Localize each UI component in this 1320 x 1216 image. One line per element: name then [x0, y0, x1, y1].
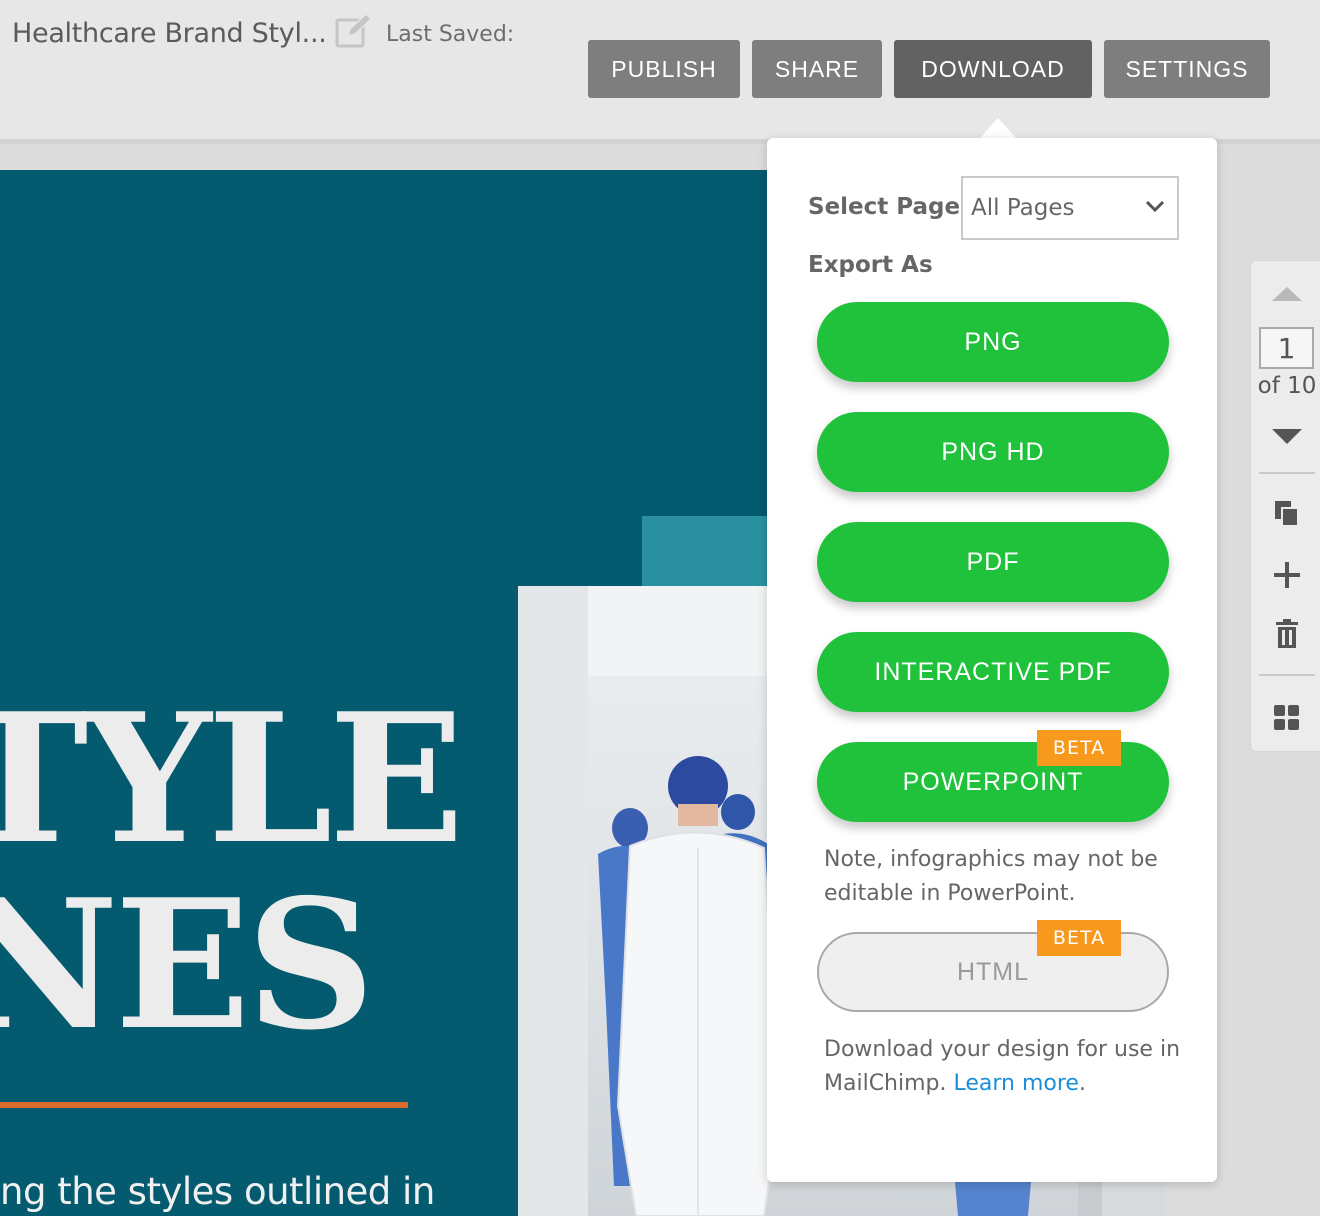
- download-button[interactable]: DOWNLOAD: [894, 40, 1092, 98]
- download-dropdown: Select Pages All Pages Export As PNG PNG…: [767, 138, 1217, 1182]
- html-beta-badge: BETA: [1037, 920, 1121, 956]
- page-toolbar: 1 of 10: [1250, 260, 1320, 752]
- cover-heading-line-2: NES: [0, 860, 375, 1069]
- export-interactive-pdf-button[interactable]: INTERACTIVE PDF: [817, 632, 1169, 712]
- orange-divider: [0, 1102, 408, 1108]
- export-pdf-button[interactable]: PDF: [817, 522, 1169, 602]
- powerpoint-beta-badge: BETA: [1037, 730, 1121, 766]
- chevron-down-icon: [1145, 200, 1165, 213]
- top-header: Healthcare Brand Styl... Last Saved: PUB…: [0, 0, 1320, 144]
- arrow-down-icon[interactable]: [1272, 429, 1302, 444]
- pages-select-value: All Pages: [971, 195, 1075, 221]
- last-saved-label: Last Saved:: [386, 22, 515, 47]
- settings-button[interactable]: SETTINGS: [1104, 40, 1270, 98]
- html-note-period: .: [1078, 1071, 1086, 1096]
- export-png-button[interactable]: PNG: [817, 302, 1169, 382]
- publish-button[interactable]: PUBLISH: [588, 40, 740, 98]
- cover-heading-line-1: TYLE: [0, 674, 464, 883]
- trash-icon[interactable]: [1273, 619, 1301, 649]
- cover-body-text: ng the styles outlined in: [0, 1170, 435, 1213]
- toolbar-divider: [1259, 472, 1315, 474]
- grid-icon[interactable]: [1273, 703, 1301, 733]
- pages-select[interactable]: All Pages: [961, 176, 1179, 240]
- accent-block: [642, 516, 768, 588]
- document-title[interactable]: Healthcare Brand Styl...: [12, 18, 327, 49]
- dropdown-caret: [978, 118, 1018, 140]
- page-count-label: of 10: [1257, 373, 1317, 399]
- share-button[interactable]: SHARE: [752, 40, 882, 98]
- arrow-up-icon[interactable]: [1272, 287, 1302, 301]
- select-pages-label: Select Pages: [808, 194, 974, 220]
- duplicate-icon[interactable]: [1273, 499, 1301, 529]
- learn-more-link[interactable]: Learn more: [954, 1071, 1079, 1096]
- html-note: Download your design for use in MailChim…: [824, 1033, 1184, 1101]
- export-png-hd-button[interactable]: PNG HD: [817, 412, 1169, 492]
- toolbar-divider: [1259, 674, 1315, 676]
- edit-icon[interactable]: [334, 12, 372, 50]
- plus-icon[interactable]: [1273, 560, 1301, 590]
- export-as-label: Export As: [808, 252, 933, 278]
- current-page-field[interactable]: 1: [1259, 327, 1314, 369]
- powerpoint-note: Note, infographics may not be editable i…: [824, 847, 1158, 906]
